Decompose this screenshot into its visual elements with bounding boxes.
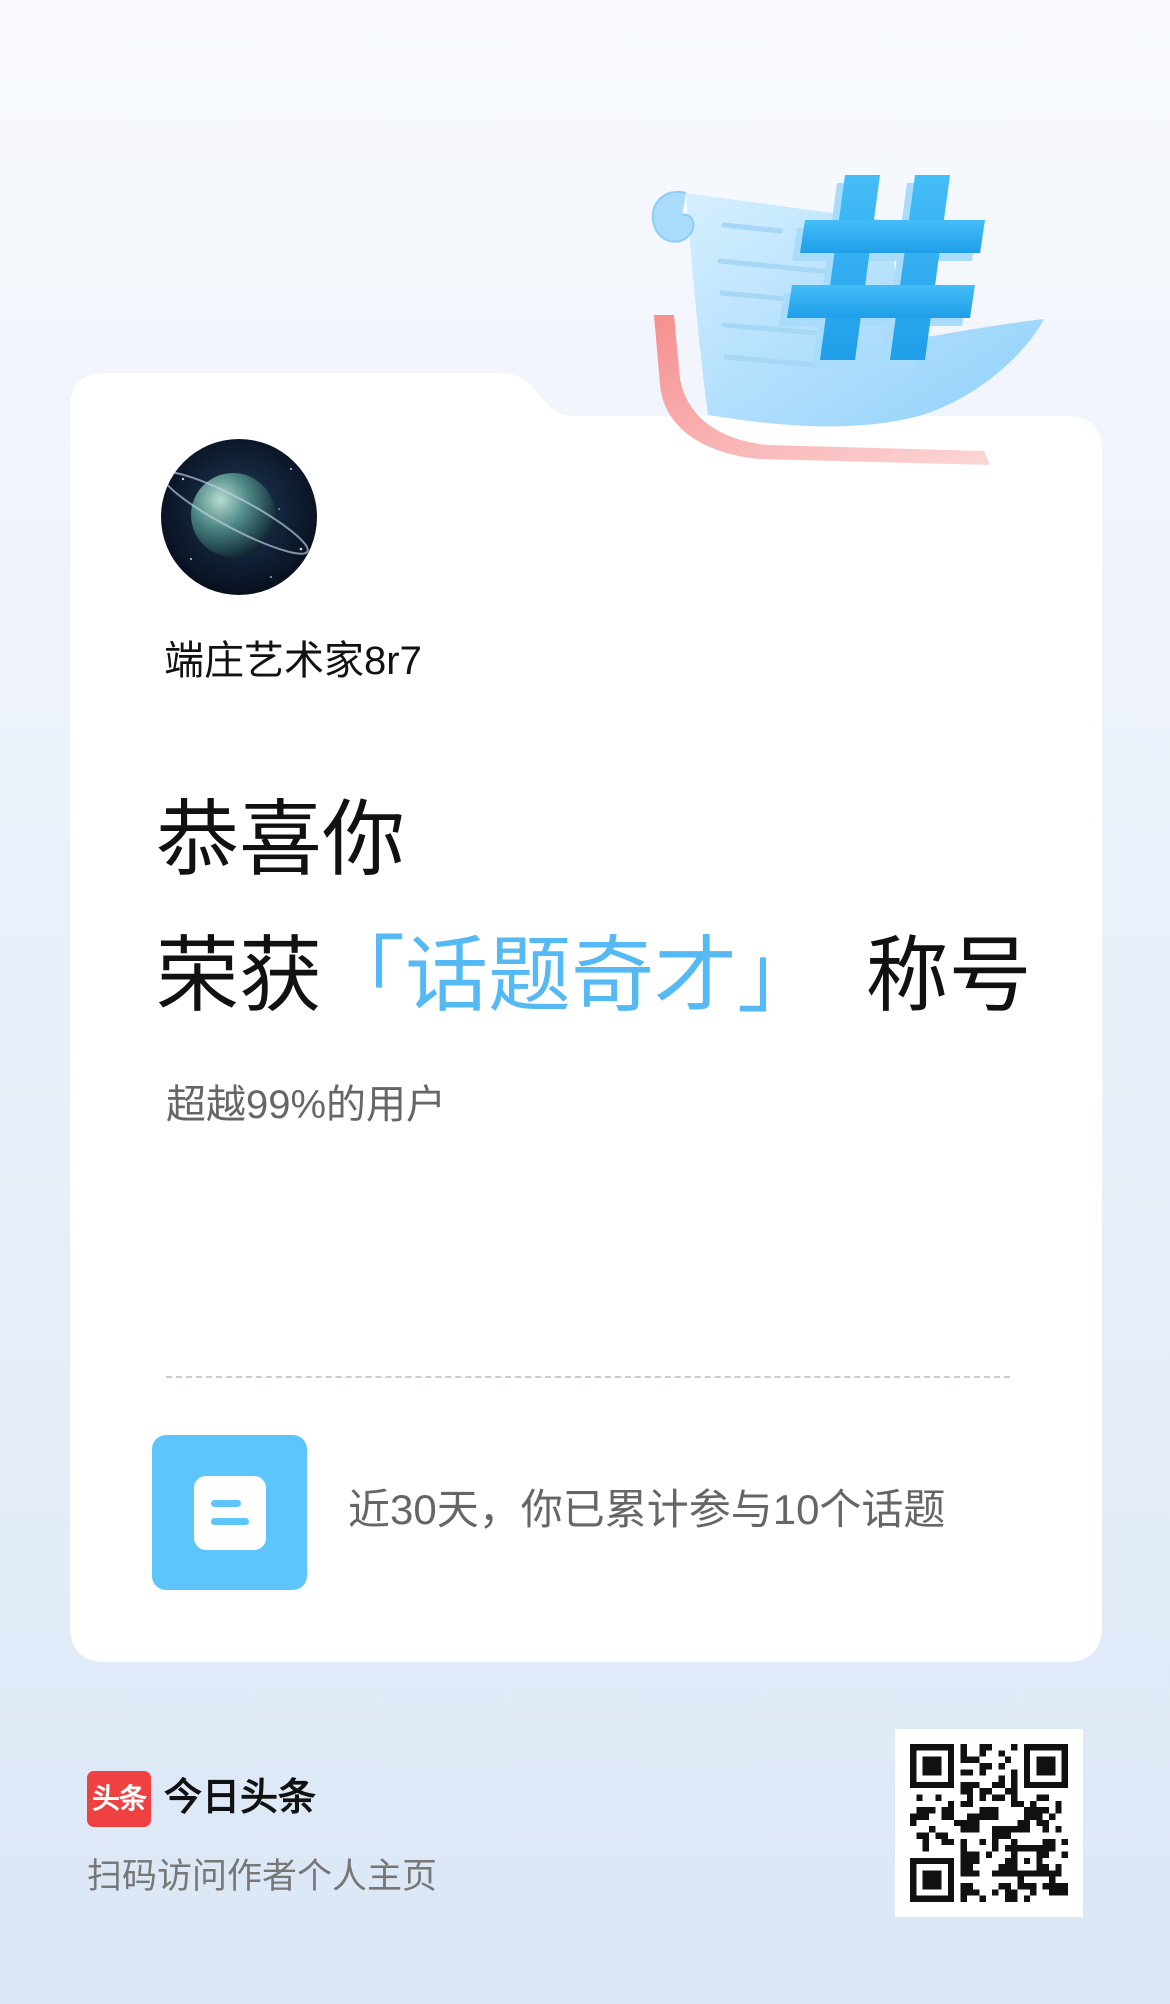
qr-code-frame bbox=[895, 1729, 1083, 1917]
qr-code-icon bbox=[910, 1744, 1068, 1902]
headline-congrats: 恭喜你 bbox=[156, 793, 405, 886]
document-line bbox=[211, 1518, 249, 1525]
rank-text: 超越99%的用户 bbox=[166, 1083, 447, 1127]
dashed-divider bbox=[166, 1376, 1010, 1378]
headline-prefix: 荣获 bbox=[156, 929, 322, 1022]
toutiao-logo: 头条 bbox=[87, 1771, 151, 1827]
hashtag-scroll-icon bbox=[651, 175, 1044, 465]
scan-hint: 扫码访问作者个人主页 bbox=[87, 1857, 438, 1896]
stat-icon-box bbox=[152, 1435, 307, 1590]
headline-award: 荣获「话题奇才」 称号 bbox=[156, 934, 1032, 1017]
planet-avatar-icon bbox=[161, 439, 317, 595]
qr-pattern bbox=[910, 1744, 1068, 1902]
app-name: 今日头条 bbox=[164, 1777, 317, 1819]
planet bbox=[191, 473, 275, 557]
avatar bbox=[161, 439, 317, 595]
headline-suffix: 称号 bbox=[865, 929, 1032, 1022]
username: 端庄艺术家8r7 bbox=[164, 639, 422, 683]
document-icon bbox=[194, 1476, 266, 1550]
badge-title: 「话题奇才」 bbox=[322, 929, 820, 1022]
document-line bbox=[211, 1500, 241, 1507]
stat-text: 近30天，你已累计参与10个话题 bbox=[348, 1486, 946, 1533]
